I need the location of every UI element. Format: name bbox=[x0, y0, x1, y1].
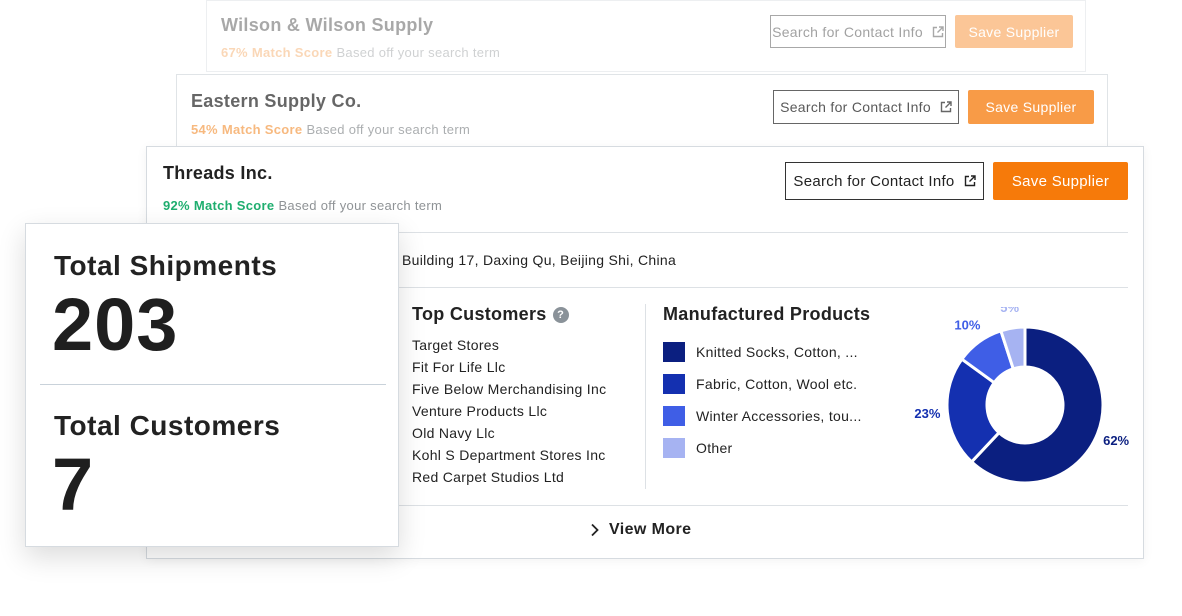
legend-item: Other bbox=[663, 432, 862, 464]
donut-slice-label: 5% bbox=[1000, 307, 1019, 315]
divider bbox=[397, 505, 1128, 506]
customer-item: Venture Products Llc bbox=[412, 403, 548, 419]
legend-label: Winter Accessories, tou... bbox=[696, 408, 862, 424]
search-contact-label: Search for Contact Info bbox=[780, 99, 931, 115]
external-link-icon bbox=[964, 175, 976, 187]
divider bbox=[40, 384, 386, 385]
donut-slice-label: 23% bbox=[914, 406, 940, 421]
view-more-label: View More bbox=[609, 521, 692, 538]
stats-card: Total Shipments 203 Total Customers 7 bbox=[25, 223, 399, 547]
chevron-right-icon bbox=[591, 523, 599, 537]
match-score-percent: 92% Match Score bbox=[163, 198, 275, 213]
supplier-name: Wilson & Wilson Supply bbox=[221, 15, 434, 35]
save-supplier-button[interactable]: Save Supplier bbox=[955, 15, 1073, 48]
supplier-card-eastern: Eastern Supply Co. 54% Match Score Based … bbox=[176, 74, 1108, 148]
divider bbox=[645, 304, 646, 489]
legend-swatch bbox=[663, 406, 685, 426]
save-supplier-button[interactable]: Save Supplier bbox=[993, 162, 1128, 200]
legend-item: Winter Accessories, tou... bbox=[663, 400, 862, 432]
products-donut-chart: 62% 23% 10% 5% bbox=[914, 307, 1130, 485]
customer-item: Kohl S Department Stores Inc bbox=[412, 447, 606, 463]
search-contact-button[interactable]: Search for Contact Info bbox=[785, 162, 984, 200]
legend-swatch bbox=[663, 438, 685, 458]
customer-item: Old Navy Llc bbox=[412, 425, 495, 441]
supplier-name: Eastern Supply Co. bbox=[191, 91, 362, 111]
match-score-percent: 67% Match Score bbox=[221, 45, 333, 60]
legend-swatch bbox=[663, 342, 685, 362]
manufactured-products-title: Manufactured Products bbox=[663, 304, 871, 324]
legend-label: Fabric, Cotton, Wool etc. bbox=[696, 376, 858, 392]
top-customers-title: Top Customers? bbox=[412, 304, 569, 325]
supplier-name: Threads Inc. bbox=[163, 163, 273, 183]
match-score: 67% Match Score Based off your search ter… bbox=[221, 45, 500, 60]
supplier-address: Building 17, Daxing Qu, Beijing Shi, Chi… bbox=[402, 252, 677, 268]
search-contact-button[interactable]: Search for Contact Info bbox=[770, 15, 946, 48]
legend-item: Knitted Socks, Cotton, ... bbox=[663, 336, 862, 368]
total-shipments-value: 203 bbox=[52, 283, 179, 366]
customer-item: Target Stores bbox=[412, 337, 500, 353]
donut-slice-label: 10% bbox=[954, 318, 980, 333]
save-supplier-button[interactable]: Save Supplier bbox=[968, 90, 1094, 124]
search-contact-button[interactable]: Search for Contact Info bbox=[773, 90, 959, 124]
donut-slice-label: 62% bbox=[1103, 433, 1129, 448]
customer-item: Fit For Life Llc bbox=[412, 359, 506, 375]
customer-item: Red Carpet Studios Ltd bbox=[412, 469, 565, 485]
question-circle-icon[interactable]: ? bbox=[552, 307, 569, 323]
customer-item: Five Below Merchandising Inc bbox=[412, 381, 607, 397]
match-score: 92% Match Score Based off your search ter… bbox=[163, 198, 442, 213]
external-link-icon bbox=[940, 101, 952, 113]
match-score-note: Based off your search term bbox=[306, 122, 471, 137]
total-shipments-label: Total Shipments bbox=[54, 250, 278, 281]
match-score-note: Based off your search term bbox=[336, 45, 501, 60]
legend-label: Knitted Socks, Cotton, ... bbox=[696, 344, 858, 360]
total-customers-label: Total Customers bbox=[54, 410, 281, 441]
legend-item: Fabric, Cotton, Wool etc. bbox=[663, 368, 862, 400]
search-contact-label: Search for Contact Info bbox=[793, 172, 955, 190]
match-score-note: Based off your search term bbox=[278, 198, 443, 213]
products-legend: Knitted Socks, Cotton, ... Fabric, Cotton… bbox=[663, 336, 862, 464]
external-link-icon bbox=[932, 25, 944, 37]
legend-label: Other bbox=[696, 440, 733, 456]
search-contact-label: Search for Contact Info bbox=[772, 23, 923, 40]
match-score-percent: 54% Match Score bbox=[191, 122, 303, 137]
top-customers-list: Target Stores Fit For Life Llc Five Below … bbox=[412, 334, 606, 488]
view-more-button[interactable]: View More bbox=[590, 521, 691, 539]
total-customers-value: 7 bbox=[52, 443, 95, 526]
legend-swatch bbox=[663, 374, 685, 394]
top-customers-title-text: Top Customers bbox=[412, 304, 547, 324]
supplier-card-wilson: Wilson & Wilson Supply 67% Match Score Ba… bbox=[206, 0, 1086, 72]
match-score: 54% Match Score Based off your search ter… bbox=[191, 122, 470, 137]
